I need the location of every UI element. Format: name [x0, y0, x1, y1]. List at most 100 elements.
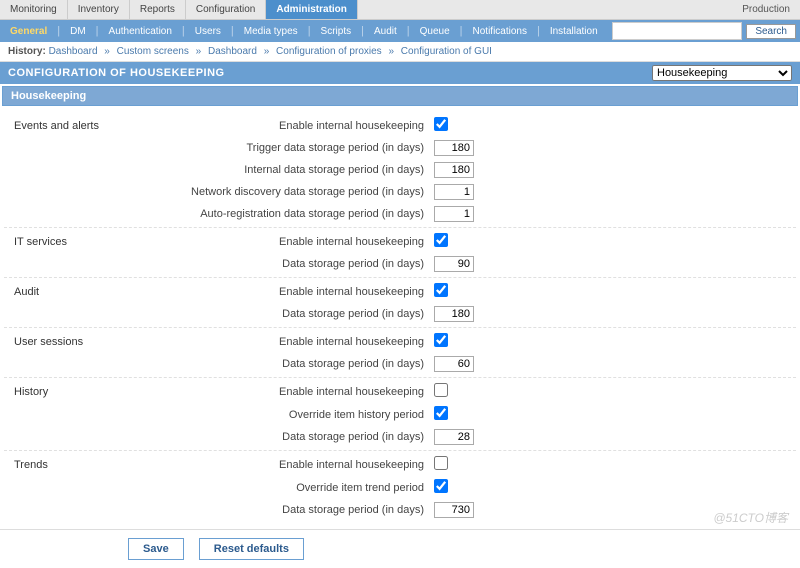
subtab-users[interactable]: Users [185, 23, 231, 40]
group-fields: Enable internal housekeeping Data storage… [179, 330, 796, 375]
field-row: Auto-registration data storage period (i… [179, 203, 796, 225]
crumb-1[interactable]: Custom screens [117, 46, 189, 57]
text-input[interactable] [434, 356, 474, 372]
field-row: Enable internal housekeeping [179, 280, 796, 303]
subtab-media-types[interactable]: Media types [234, 23, 308, 40]
breadcrumb: History: Dashboard » Custom screens » Da… [0, 42, 800, 62]
checkbox-input[interactable] [434, 383, 448, 397]
search-button[interactable]: Search [746, 24, 796, 39]
group-label: History [4, 380, 179, 448]
field-row: Override item trend period [179, 476, 796, 499]
tab-configuration[interactable]: Configuration [186, 0, 266, 19]
group-label: Audit [4, 280, 179, 325]
text-input[interactable] [434, 206, 474, 222]
field-label: Internal data storage period (in days) [179, 164, 434, 176]
field-row: Enable internal housekeeping [179, 453, 796, 476]
field-row: Trigger data storage period (in days) [179, 137, 796, 159]
field-label: Override item history period [179, 409, 434, 421]
group-fields: Enable internal housekeeping Override ite… [179, 453, 796, 521]
text-input[interactable] [434, 502, 474, 518]
chevron-right-icon: » [388, 46, 394, 57]
field-row: Internal data storage period (in days) [179, 159, 796, 181]
field-row: Data storage period (in days) [179, 353, 796, 375]
text-input[interactable] [434, 140, 474, 156]
field-label: Data storage period (in days) [179, 258, 434, 270]
save-button[interactable]: Save [128, 538, 184, 560]
subtab-notifications[interactable]: Notifications [463, 23, 537, 40]
group-fields: Enable internal housekeeping Trigger data… [179, 114, 796, 225]
text-input[interactable] [434, 184, 474, 200]
top-nav-tabs: Monitoring Inventory Reports Configurati… [0, 0, 800, 20]
subtab-general[interactable]: General [0, 23, 57, 40]
form-group: AuditEnable internal housekeepingData st… [4, 277, 796, 327]
tab-monitoring[interactable]: Monitoring [0, 0, 68, 19]
tab-reports[interactable]: Reports [130, 0, 186, 19]
page-header: CONFIGURATION OF HOUSEKEEPING Housekeepi… [0, 62, 800, 84]
field-row: Data storage period (in days) [179, 499, 796, 521]
crumb-0[interactable]: Dashboard [49, 46, 98, 57]
section-dropdown[interactable]: Housekeeping [652, 65, 792, 81]
crumb-2[interactable]: Dashboard [208, 46, 257, 57]
crumb-3[interactable]: Configuration of proxies [276, 46, 382, 57]
group-fields: Enable internal housekeeping Data storage… [179, 230, 796, 275]
field-row: Override item history period [179, 403, 796, 426]
subtab-installation[interactable]: Installation [540, 23, 608, 40]
subtab-audit[interactable]: Audit [364, 23, 407, 40]
checkbox-input[interactable] [434, 117, 448, 131]
group-label: User sessions [4, 330, 179, 375]
text-input[interactable] [434, 306, 474, 322]
chevron-right-icon: » [196, 46, 202, 57]
subtab-queue[interactable]: Queue [410, 23, 460, 40]
form-group: IT servicesEnable internal housekeeping D… [4, 227, 796, 277]
field-row: Enable internal housekeeping [179, 114, 796, 137]
field-label: Override item trend period [179, 482, 434, 494]
checkbox-input[interactable] [434, 479, 448, 493]
field-row: Data storage period (in days) [179, 426, 796, 448]
field-label: Data storage period (in days) [179, 358, 434, 370]
reset-defaults-button[interactable]: Reset defaults [199, 538, 304, 560]
field-label: Enable internal housekeeping [179, 236, 434, 248]
form-group: Events and alertsEnable internal houseke… [4, 112, 796, 227]
checkbox-input[interactable] [434, 406, 448, 420]
field-label: Auto-registration data storage period (i… [179, 208, 434, 220]
watermark: @51CTO博客 [713, 509, 788, 526]
field-row: Enable internal housekeeping [179, 380, 796, 403]
form-group: User sessionsEnable internal housekeepin… [4, 327, 796, 377]
search-input[interactable] [612, 22, 742, 40]
field-label: Data storage period (in days) [179, 504, 434, 516]
field-label: Enable internal housekeeping [179, 120, 434, 132]
button-bar: Save Reset defaults [0, 529, 800, 568]
chevron-right-icon: » [264, 46, 270, 57]
crumb-4[interactable]: Configuration of GUI [401, 46, 492, 57]
field-label: Network discovery data storage period (i… [179, 186, 434, 198]
tab-inventory[interactable]: Inventory [68, 0, 130, 19]
group-fields: Enable internal housekeeping Override ite… [179, 380, 796, 448]
form-group: TrendsEnable internal housekeeping Overri… [4, 450, 796, 523]
text-input[interactable] [434, 429, 474, 445]
environment-label: Production [732, 0, 800, 19]
field-label: Enable internal housekeeping [179, 386, 434, 398]
text-input[interactable] [434, 162, 474, 178]
subtab-scripts[interactable]: Scripts [311, 23, 362, 40]
form-area: Events and alertsEnable internal houseke… [0, 108, 800, 527]
checkbox-input[interactable] [434, 233, 448, 247]
text-input[interactable] [434, 256, 474, 272]
field-row: Enable internal housekeeping [179, 330, 796, 353]
group-label: IT services [4, 230, 179, 275]
subtab-authentication[interactable]: Authentication [99, 23, 182, 40]
form-group: HistoryEnable internal housekeeping Overr… [4, 377, 796, 450]
page-title: CONFIGURATION OF HOUSEKEEPING [8, 67, 225, 79]
subtab-dm[interactable]: DM [60, 23, 96, 40]
section-title: Housekeeping [2, 86, 798, 106]
field-label: Enable internal housekeeping [179, 286, 434, 298]
field-label: Data storage period (in days) [179, 431, 434, 443]
group-label: Events and alerts [4, 114, 179, 225]
group-label: Trends [4, 453, 179, 521]
history-label: History: [8, 46, 46, 57]
field-label: Enable internal housekeeping [179, 336, 434, 348]
tab-administration[interactable]: Administration [266, 0, 358, 19]
checkbox-input[interactable] [434, 333, 448, 347]
checkbox-input[interactable] [434, 456, 448, 470]
checkbox-input[interactable] [434, 283, 448, 297]
chevron-right-icon: » [104, 46, 110, 57]
